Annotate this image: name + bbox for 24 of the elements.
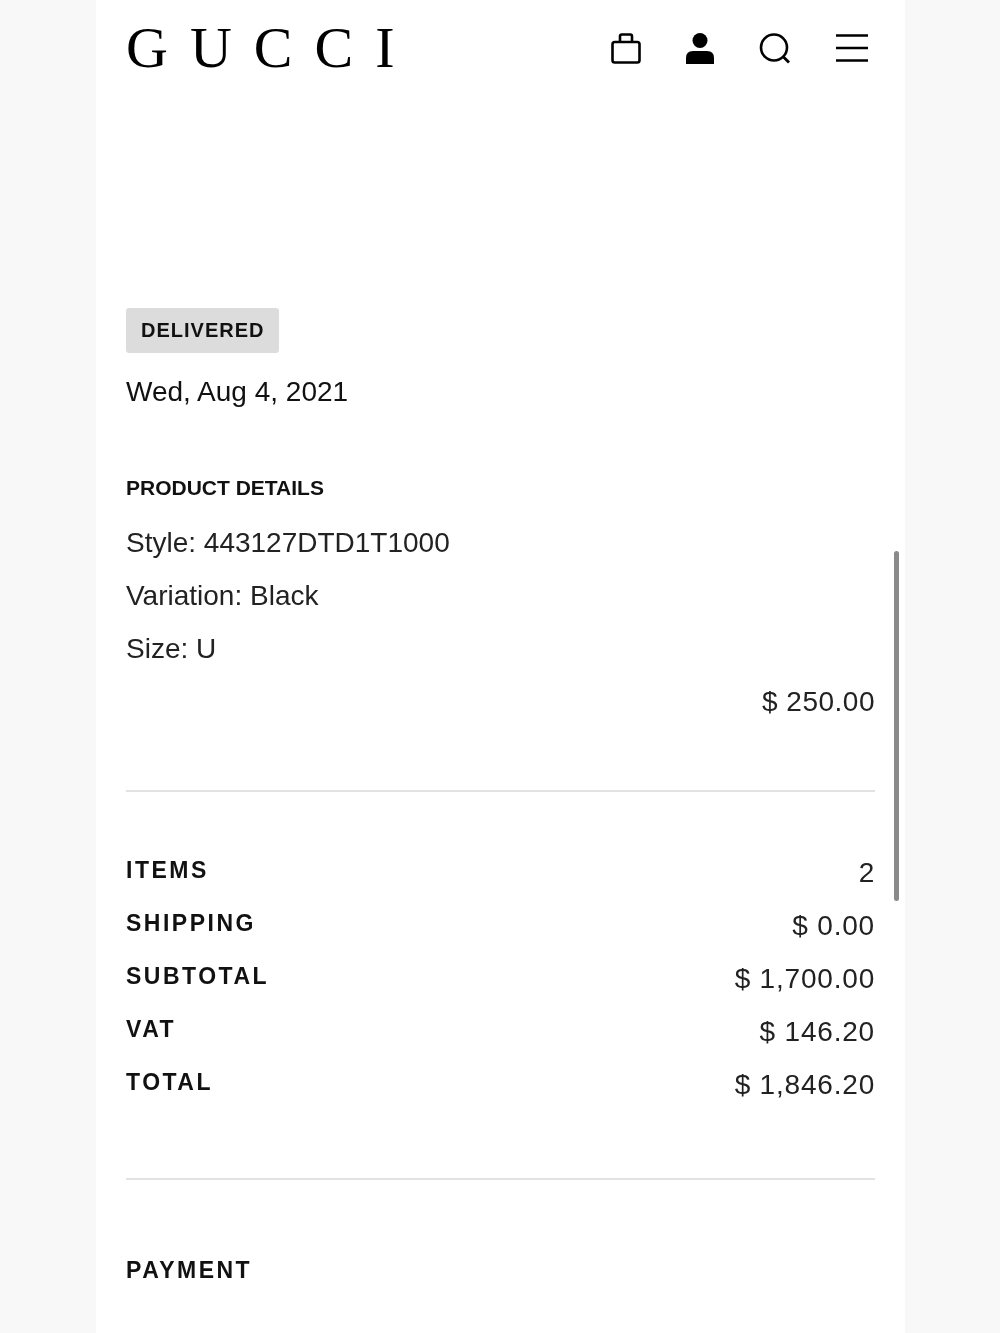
summary-value: $ 146.20 xyxy=(759,1016,875,1048)
menu-icon[interactable] xyxy=(836,34,868,62)
summary-value: $ 1,846.20 xyxy=(734,1069,875,1101)
brand-logo[interactable]: GUCCI xyxy=(126,19,417,77)
shopping-bag-icon[interactable] xyxy=(611,32,641,64)
summary-label: VAT xyxy=(126,1016,177,1043)
account-icon[interactable] xyxy=(686,32,714,64)
summary-label: ITEMS xyxy=(126,857,209,884)
summary-label: SHIPPING xyxy=(126,910,256,937)
summary-label: TOTAL xyxy=(126,1069,214,1096)
summary-value: $ 0.00 xyxy=(792,910,875,942)
summary-label: SUBTOTAL xyxy=(126,963,270,990)
product-detail-text: Size: U xyxy=(126,632,217,666)
product-price: $ 250.00 xyxy=(762,685,875,719)
section-heading: PRODUCT DETAILS xyxy=(126,476,324,500)
search-icon[interactable] xyxy=(759,32,791,64)
summary-value: 2 xyxy=(858,857,875,889)
status-badge: DELIVERED xyxy=(126,308,280,353)
section-heading: PAYMENT xyxy=(126,1256,253,1285)
summary-value: $ 1,700.00 xyxy=(734,963,875,995)
product-detail-text: Style: 443127DTD1T1000 xyxy=(126,526,450,560)
product-detail-text: Variation: Black xyxy=(126,579,319,613)
order-date: Wed, Aug 4, 2021 xyxy=(126,375,349,409)
scrollbar[interactable] xyxy=(894,551,899,901)
